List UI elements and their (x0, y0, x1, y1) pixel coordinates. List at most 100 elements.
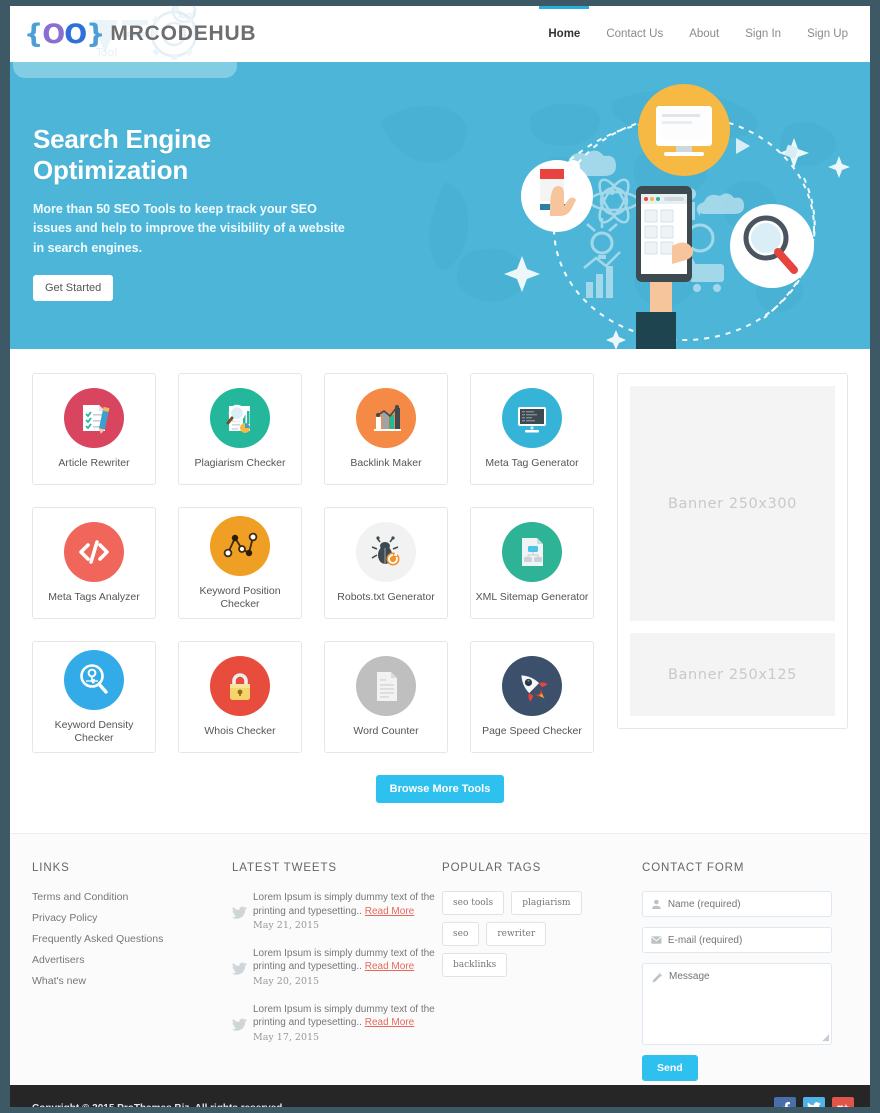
pencil-icon (652, 972, 663, 983)
nav-item-sign-in[interactable]: Sign In (745, 6, 781, 62)
message-field-wrapper[interactable]: ◢ (642, 963, 832, 1045)
document-pencil-icon (64, 388, 124, 449)
tool-card-xml-sitemap-generator[interactable]: XML Sitemap Generator (470, 507, 594, 619)
tool-card-keyword-density-checker[interactable]: Keyword Density Checker (32, 641, 156, 753)
tools-grid: Article Rewriter Plagiarism Checker Back… (32, 373, 595, 753)
tool-card-keyword-position-checker[interactable]: Keyword Position Checker (178, 507, 302, 619)
site-header: Tool Tool {OO} MRCODEHUB Home Contact Us… (10, 6, 870, 62)
tag-backlinks[interactable]: backlinks (442, 953, 508, 977)
footer-tweets-title: LATEST TWEETS (232, 862, 337, 874)
message-input[interactable] (651, 971, 823, 1037)
footer-link-whats-new[interactable]: What's new (32, 975, 232, 987)
twitter-bird-icon (232, 906, 247, 919)
tool-label: Keyword Position Checker (199, 584, 281, 610)
page-lines-icon (356, 656, 416, 717)
send-button[interactable]: Send (642, 1055, 698, 1081)
tool-card-meta-tags-analyzer[interactable]: Meta Tags Analyzer (32, 507, 156, 619)
tag-seo[interactable]: seo (442, 922, 480, 946)
email-field-wrapper[interactable] (642, 927, 832, 953)
tweet-item: Lorem Ipsum is simply dummy text of the … (232, 947, 442, 989)
svg-text:+: + (842, 1102, 849, 1107)
tool-card-word-counter[interactable]: Word Counter (324, 641, 448, 753)
hero-copy: Search Engine Optimization More than 50 … (33, 124, 373, 302)
footer-links-column: LINKS Terms and Condition Privacy Policy… (32, 862, 232, 1063)
tool-card-article-rewriter[interactable]: Article Rewriter (32, 373, 156, 485)
tool-label: Whois Checker (204, 725, 276, 738)
bug-icon (356, 522, 416, 583)
resize-grip-icon[interactable]: ◢ (822, 1032, 829, 1043)
banner-250x300[interactable]: Banner 250x300 (630, 386, 835, 622)
tweet-item: Lorem Ipsum is simply dummy text of the … (232, 891, 442, 933)
magnifier-key-icon (64, 649, 124, 710)
copyright-bar: Copyright © 2015 ProThemes.Biz. All righ… (10, 1085, 870, 1107)
banner-250x125[interactable]: Banner 250x125 (630, 633, 835, 716)
hero-subtitle: More than 50 SEO Tools to keep track you… (33, 202, 345, 255)
footer-tags-column: POPULAR TAGS seo tools plagiarism seo re… (442, 862, 642, 1063)
rocket-icon (502, 656, 562, 717)
footer-link-terms[interactable]: Terms and Condition (32, 891, 232, 903)
twitter-bird-icon (232, 962, 247, 975)
tweet-item: Lorem Ipsum is simply dummy text of the … (232, 1003, 442, 1045)
tool-card-whois-checker[interactable]: Whois Checker (178, 641, 302, 753)
footer-contact-title: CONTACT FORM (642, 862, 745, 874)
site-footer: LINKS Terms and Condition Privacy Policy… (10, 833, 870, 1085)
browse-more-tools-button[interactable]: Browse More Tools (375, 775, 505, 803)
facebook-icon[interactable] (774, 1097, 796, 1107)
sitemap-document-icon (502, 522, 562, 583)
tool-label: Meta Tag Generator (485, 457, 579, 470)
twitter-icon[interactable] (803, 1097, 825, 1107)
tool-card-backlink-maker[interactable]: Backlink Maker (324, 373, 448, 485)
main-nav: Home Contact Us About Sign In Sign Up (539, 6, 848, 62)
tweet-read-more[interactable]: Read More (365, 1017, 414, 1028)
tool-card-meta-tag-generator[interactable]: Meta Tag Generator (470, 373, 594, 485)
tool-card-robots-txt-generator[interactable]: Robots.txt Generator (324, 507, 448, 619)
name-input[interactable] (667, 898, 823, 910)
footer-link-advertisers[interactable]: Advertisers (32, 954, 232, 966)
tweet-date: May 21, 2015 (253, 920, 320, 931)
hero-tab-decoration (13, 62, 237, 78)
tool-card-plagiarism-checker[interactable]: Plagiarism Checker (178, 373, 302, 485)
nav-item-sign-up[interactable]: Sign Up (807, 6, 848, 62)
social-links: g+ (774, 1097, 854, 1107)
tweet-read-more[interactable]: Read More (365, 961, 414, 972)
tweet-read-more[interactable]: Read More (365, 906, 414, 917)
user-icon (652, 899, 661, 909)
seo-illustration (504, 84, 850, 349)
nav-item-about[interactable]: About (689, 6, 719, 62)
envelope-icon (651, 936, 662, 944)
tool-label: Page Speed Checker (482, 725, 582, 738)
logo-text: MRCODEHUB (110, 22, 257, 45)
copyright-text: Copyright © 2015 ProThemes.Biz. All righ… (32, 1103, 285, 1108)
nav-item-home[interactable]: Home (539, 6, 590, 62)
name-field-wrapper[interactable] (642, 891, 832, 917)
email-input[interactable] (667, 934, 823, 946)
googleplus-icon[interactable]: g+ (832, 1097, 854, 1107)
footer-link-privacy[interactable]: Privacy Policy (32, 912, 232, 924)
tag-plagiarism[interactable]: plagiarism (511, 891, 582, 915)
tool-label: Word Counter (353, 725, 419, 738)
get-started-button[interactable]: Get Started (33, 275, 114, 302)
footer-link-faq[interactable]: Frequently Asked Questions (32, 933, 232, 945)
main-content: Article Rewriter Plagiarism Checker Back… (10, 349, 870, 833)
nav-item-contact-us[interactable]: Contact Us (606, 6, 663, 62)
logo-mark-icon: {OO} (24, 18, 105, 50)
tweet-date: May 20, 2015 (253, 975, 320, 987)
tool-label: XML Sitemap Generator (475, 591, 589, 604)
tool-label: Article Rewriter (58, 457, 130, 470)
magnifier-report-icon (210, 388, 270, 449)
tool-card-page-speed-checker[interactable]: Page Speed Checker (470, 641, 594, 753)
tool-label: Plagiarism Checker (194, 457, 286, 470)
footer-tags-title: POPULAR TAGS (442, 862, 542, 874)
tag-rewriter[interactable]: rewriter (486, 922, 547, 946)
footer-contact-column: CONTACT FORM Name (required) E-mail (req… (642, 862, 838, 1081)
tag-seo-tools[interactable]: seo tools (442, 891, 505, 915)
hero-banner: Search Engine Optimization More than 50 … (10, 62, 870, 349)
tool-label: Meta Tags Analyzer (48, 591, 140, 604)
tweet-date: May 17, 2015 (253, 1031, 320, 1043)
padlock-icon (210, 656, 270, 717)
twitter-bird-icon (232, 1018, 247, 1031)
line-graph-icon (210, 515, 270, 576)
footer-links-title: LINKS (32, 862, 70, 874)
logo[interactable]: Tool Tool {OO} MRCODEHUB (24, 6, 256, 62)
monitor-code-icon (502, 388, 562, 449)
